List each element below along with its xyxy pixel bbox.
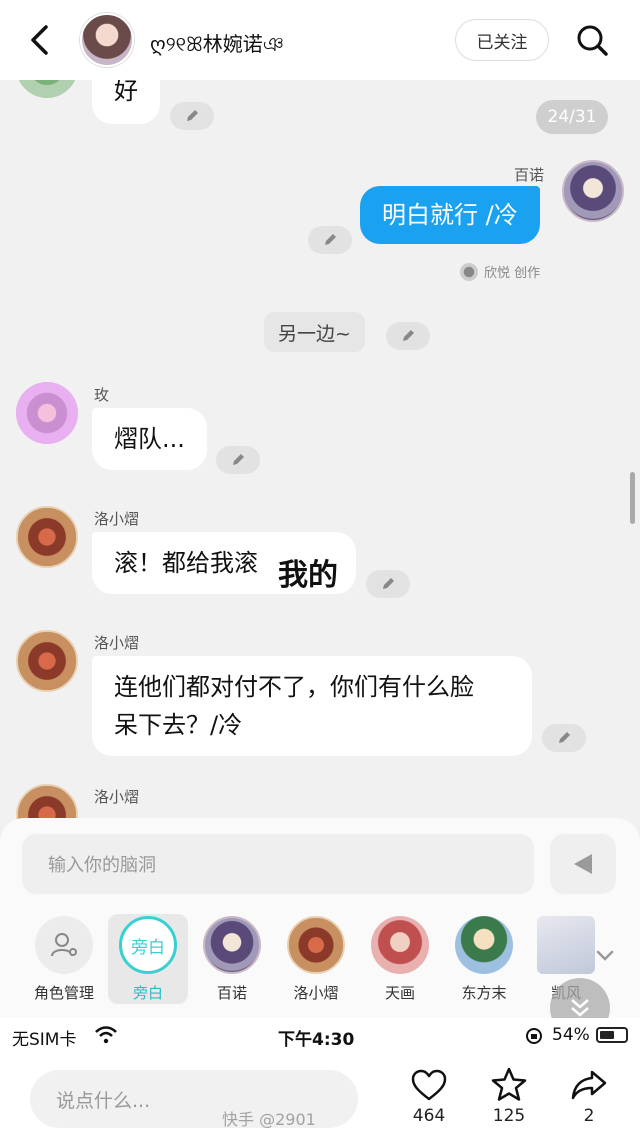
page-counter: 24/31 xyxy=(536,100,608,134)
creator-note: 欣悦 创作 xyxy=(460,262,540,281)
like-count: 464 xyxy=(412,1106,446,1126)
bottom-action-bar: 说点什么... 464 125 2 快手 @2901 xyxy=(0,1054,640,1138)
scrollbar[interactable] xyxy=(630,472,635,524)
message-bubble: 熠队... xyxy=(92,408,207,470)
role-avatar xyxy=(371,916,429,974)
top-header: ღ୨୧ꕤ林婉诺ঞ 已关注 xyxy=(0,0,640,80)
role-manage-button[interactable]: 角色管理 xyxy=(24,914,104,1004)
role-label: 百诺 xyxy=(216,984,247,1002)
carrier-text: 无SIM卡 xyxy=(12,1030,77,1050)
avatar[interactable] xyxy=(16,630,78,692)
pencil-icon xyxy=(187,110,198,121)
composer-panel: 输入你的脑洞 角色管理 旁白 旁白 百诺 洛小熠 天画 东方末 xyxy=(0,818,640,1038)
share-arrow-icon xyxy=(571,1070,607,1100)
favorite-count: 125 xyxy=(492,1106,526,1126)
message-sender: 洛小熠 xyxy=(94,788,140,806)
role-character[interactable]: 天画 xyxy=(360,914,440,1004)
chat-area[interactable]: 好 24/31 百诺 明白就行 /冷 欣悦 创作 另一边~ 玫 熠队... 洛小… xyxy=(0,80,640,820)
favorite-button[interactable]: 125 xyxy=(484,1066,534,1126)
send-icon xyxy=(574,854,592,874)
message-line: 连他们都对付不了，你们有什么脸 xyxy=(114,673,474,701)
back-arrow-icon[interactable] xyxy=(22,22,58,58)
role-label: 洛小熠 xyxy=(293,984,339,1002)
wifi-icon xyxy=(95,1026,117,1044)
battery-percent: 54% xyxy=(552,1025,590,1045)
rotation-lock-icon xyxy=(526,1028,542,1044)
message-line: 呆下去？/冷 xyxy=(114,711,243,739)
follow-button[interactable]: 已关注 xyxy=(455,19,549,61)
role-avatar xyxy=(537,916,595,974)
edit-pencil-button[interactable] xyxy=(542,724,586,752)
pencil-icon xyxy=(559,732,570,743)
message-sender: 洛小熠 xyxy=(94,634,140,652)
avatar[interactable] xyxy=(16,784,78,820)
avatar[interactable] xyxy=(16,80,78,98)
edit-pencil-button[interactable] xyxy=(170,102,214,130)
role-label: 角色管理 xyxy=(33,984,94,1002)
watermark: 快手 @2901 xyxy=(222,1110,316,1129)
role-label: 旁白 xyxy=(132,984,163,1002)
edit-pencil-button[interactable] xyxy=(308,226,352,254)
role-avatar xyxy=(455,916,513,974)
role-label: 东方末 xyxy=(461,984,507,1002)
search-icon[interactable] xyxy=(574,22,610,58)
creator-avatar-icon xyxy=(460,262,478,281)
battery-icon xyxy=(596,1027,628,1043)
pencil-icon xyxy=(383,578,394,589)
screen: ღ୨୧ꕤ林婉诺ঞ 已关注 好 24/31 百诺 明白就行 /冷 欣悦 创作 另一… xyxy=(0,0,640,1138)
avatar[interactable] xyxy=(562,160,624,222)
role-character[interactable]: 洛小熠 xyxy=(276,914,356,1004)
pencil-icon xyxy=(403,330,414,341)
pencil-icon xyxy=(325,234,336,245)
role-narration[interactable]: 旁白 旁白 xyxy=(108,914,188,1004)
clock: 下午4:30 xyxy=(278,1030,355,1050)
message-sender: 玫 xyxy=(94,386,110,404)
status-bar: 无SIM卡 下午4:30 54% xyxy=(0,1018,640,1054)
avatar[interactable] xyxy=(16,506,78,568)
pencil-icon xyxy=(233,454,244,465)
message-bubble: 好 xyxy=(92,80,160,124)
heart-icon xyxy=(411,1069,447,1101)
role-label: 天画 xyxy=(384,984,415,1002)
edit-pencil-button[interactable] xyxy=(216,446,260,474)
like-button[interactable]: 464 xyxy=(404,1066,454,1126)
avatar[interactable] xyxy=(16,382,78,444)
message-sender: 洛小熠 xyxy=(94,510,140,528)
role-character[interactable]: 百诺 xyxy=(192,914,272,1004)
chevron-down-icon[interactable] xyxy=(594,944,616,966)
share-button[interactable]: 2 xyxy=(564,1066,614,1126)
edit-pencil-button[interactable] xyxy=(386,322,430,350)
author-avatar[interactable] xyxy=(80,13,134,67)
star-icon xyxy=(491,1067,527,1101)
send-button[interactable] xyxy=(550,834,616,894)
author-name[interactable]: ღ୨୧ꕤ林婉诺ঞ xyxy=(150,28,284,63)
role-manage-icon xyxy=(35,916,93,974)
message-bubble: 连他们都对付不了，你们有什么脸 呆下去？/冷 xyxy=(92,656,532,756)
message-sender: 百诺 xyxy=(514,166,545,184)
overlay-caption: 我的 xyxy=(278,558,338,593)
role-selector: 角色管理 旁白 旁白 百诺 洛小熠 天画 东方末 xyxy=(0,914,640,1014)
role-avatar xyxy=(287,916,345,974)
narration-bubble: 另一边~ xyxy=(264,312,365,352)
role-character[interactable]: 东方末 xyxy=(444,914,524,1004)
role-avatar xyxy=(203,916,261,974)
share-count: 2 xyxy=(583,1106,595,1126)
story-input[interactable]: 输入你的脑洞 xyxy=(22,834,534,894)
creator-note-text: 欣悦 创作 xyxy=(484,266,541,281)
narration-badge: 旁白 xyxy=(119,916,177,974)
edit-pencil-button[interactable] xyxy=(366,570,410,598)
message-bubble: 明白就行 /冷 xyxy=(360,186,540,244)
